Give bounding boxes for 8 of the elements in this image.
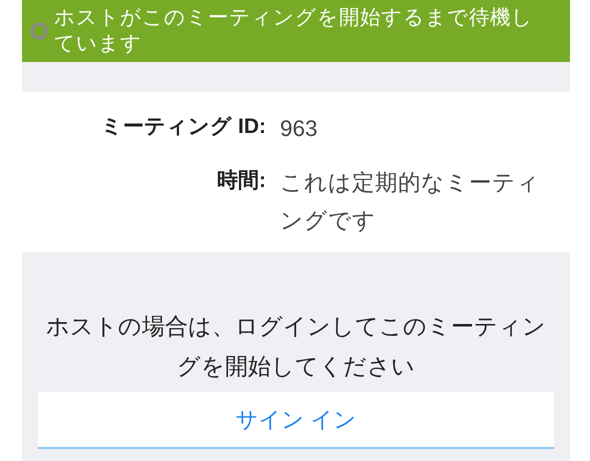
waiting-message: ホストがこのミーティングを開始するまで待機しています [54,5,534,57]
host-instruction: ホストの場合は、ログインしてこのミーティングを開始してください [45,312,547,381]
sign-in-button[interactable]: サイン イン [38,392,554,449]
detail-value: 963 [280,115,319,143]
spinner-icon [30,22,48,40]
detail-value: これは定期的なミーティングです [280,169,541,235]
detail-label: 時間: [216,168,266,194]
detail-label: ミーティング ID: [100,114,266,140]
